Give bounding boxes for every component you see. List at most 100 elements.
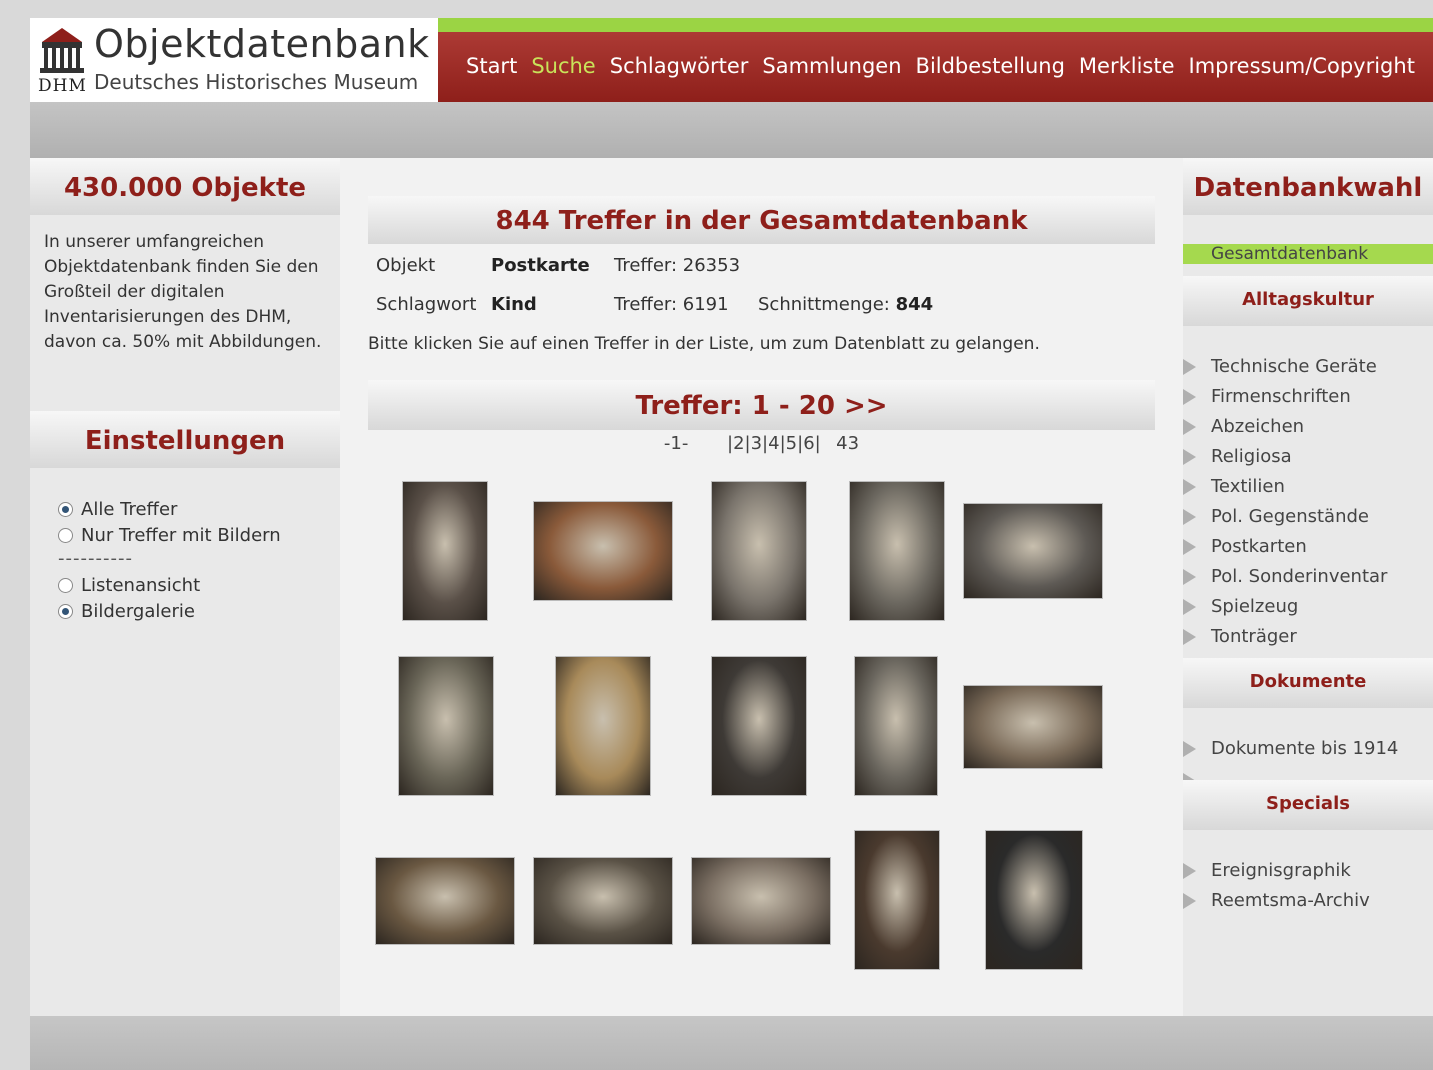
main-content: 844 Treffer in der Gesamtdatenbank Objek… xyxy=(340,158,1183,1016)
sidebar-item-label: Tonträger xyxy=(1211,626,1297,647)
objects-count-heading: 430.000 Objekte xyxy=(30,158,340,215)
nav-items: Start Suche Schlagwörter Sammlungen Bildbest… xyxy=(466,54,1415,78)
sidebar-item[interactable]: Religiosa xyxy=(1183,446,1292,467)
header-band xyxy=(30,102,1433,158)
page-link[interactable]: 4 xyxy=(768,433,779,454)
option-gallery-view[interactable]: Bildergalerie xyxy=(58,598,281,624)
thumb-children-ladder[interactable] xyxy=(854,656,938,796)
thumb-child-on-chair[interactable] xyxy=(402,481,488,621)
sidebar-item[interactable]: Reemtsma-Archiv xyxy=(1183,890,1370,911)
arrow-right-icon xyxy=(1183,418,1196,435)
arrow-right-icon xyxy=(1183,448,1196,465)
thumb-children-rocking-horse[interactable] xyxy=(963,503,1103,599)
thumb-baby-with-candle[interactable] xyxy=(711,656,807,796)
results-range-heading[interactable]: Treffer: 1 - 20 >> xyxy=(368,380,1155,430)
sidebar-item[interactable]: Postkarten xyxy=(1183,536,1307,557)
option-label: Alle Treffer xyxy=(81,498,178,520)
thumb-child-sitting[interactable] xyxy=(711,481,807,621)
sidebar-item[interactable]: Firmenschriften xyxy=(1183,386,1351,407)
thumb-christmas-tree[interactable] xyxy=(533,501,673,601)
section-heading[interactable]: Alltagskultur xyxy=(1183,276,1433,326)
nav-item-schlagwörter[interactable]: Schlagwörter xyxy=(610,54,749,78)
thumb-boys-walking[interactable] xyxy=(375,857,515,945)
sidebar-item-label: Pol. Sonderinventar xyxy=(1211,566,1388,587)
sidebar-item[interactable]: Technische Geräte xyxy=(1183,356,1377,377)
nav-item-bildbestellung[interactable]: Bildbestellung xyxy=(916,54,1065,78)
thumb-children-bed[interactable] xyxy=(849,481,945,621)
nav-item-merkliste[interactable]: Merkliste xyxy=(1079,54,1175,78)
settings-options: Alle Treffer Nur Treffer mit Bildern ---… xyxy=(58,496,281,624)
sidebar-item-label: Spielzeug xyxy=(1211,596,1299,617)
logo-subtitle: Deutsches Historisches Museum xyxy=(94,70,419,94)
nav-item-impressum-copyright[interactable]: Impressum/Copyright xyxy=(1189,54,1415,78)
logo-title: Objektdatenbank xyxy=(94,22,430,66)
sidebar-item-label: Technische Geräte xyxy=(1211,356,1377,377)
option-label: Listenansicht xyxy=(81,574,201,596)
arrow-right-icon xyxy=(1183,538,1196,555)
thumb-family-portrait[interactable] xyxy=(854,830,940,970)
sidebar-item[interactable]: Pol. Gegenstände xyxy=(1183,506,1369,527)
arrow-right-icon xyxy=(1183,568,1196,585)
sidebar-item[interactable]: Ereignisgraphik xyxy=(1183,860,1351,881)
active-database[interactable]: Gesamtdatenbank xyxy=(1183,244,1433,264)
arrow-right-icon xyxy=(1183,598,1196,615)
arrow-right-icon xyxy=(1183,478,1196,495)
option-hits-with-images[interactable]: Nur Treffer mit Bildern xyxy=(58,522,281,548)
criterion-hits: Treffer: 26353 xyxy=(614,255,741,276)
right-sidebar: Datenbankwahl Gesamtdatenbank Alltagskul… xyxy=(1183,158,1433,1016)
sidebar-item[interactable]: Textilien xyxy=(1183,476,1285,497)
arrow-right-icon xyxy=(1183,862,1196,879)
option-all-hits[interactable]: Alle Treffer xyxy=(58,496,281,522)
page-link[interactable]: 5 xyxy=(786,433,797,454)
thumb-child-with-dog[interactable] xyxy=(398,656,494,796)
thumb-newspaper-collage[interactable] xyxy=(985,830,1083,970)
thumb-hummel-wanderer[interactable] xyxy=(555,656,651,796)
radio-list-view[interactable] xyxy=(58,577,73,593)
settings-heading: Einstellungen xyxy=(30,411,340,468)
thumb-group-on-steps[interactable] xyxy=(533,857,673,945)
thumb-sailor-boys[interactable] xyxy=(963,685,1103,769)
sidebar-item[interactable]: Pol. Sonderinventar xyxy=(1183,566,1387,587)
sidebar-item-label: Pol. Gegenstände xyxy=(1211,506,1369,527)
page: DHM Objektdatenbank Deutsches Historisch… xyxy=(30,18,1433,1070)
section-heading[interactable]: Dokumente xyxy=(1183,658,1433,708)
arrow-right-icon xyxy=(1183,508,1196,525)
intersection: Schnittmenge: 844 xyxy=(758,294,934,315)
sidebar-item-label: Reemtsma-Archiv xyxy=(1211,890,1370,911)
option-separator: ---------- xyxy=(58,548,133,569)
sidebar-item[interactable]: Dokumente bis 1914 xyxy=(1183,738,1398,759)
option-label: Nur Treffer mit Bildern xyxy=(81,524,281,546)
page-link[interactable]: 2 xyxy=(733,433,744,454)
criterion-value: Postkarte xyxy=(491,255,590,276)
logo-initials: DHM xyxy=(38,76,87,96)
logo[interactable]: DHM Objektdatenbank Deutsches Historisch… xyxy=(30,18,438,102)
criterion-label: Schlagwort xyxy=(376,294,477,315)
option-list-view[interactable]: Listenansicht xyxy=(58,572,281,598)
left-sidebar: 430.000 Objekte In unserer umfangreichen… xyxy=(30,158,340,1016)
intro-text: In unserer umfangreichen Objektdatenbank… xyxy=(44,232,322,352)
option-label: Bildergalerie xyxy=(81,600,195,622)
sidebar-item[interactable]: Spielzeug xyxy=(1183,596,1298,617)
radio-hits-with-images[interactable] xyxy=(58,527,73,543)
main-nav: Start Suche Schlagwörter Sammlungen Bildbest… xyxy=(438,18,1433,102)
sidebar-item-label: Abzeichen xyxy=(1211,416,1305,437)
sidebar-item[interactable]: Abzeichen xyxy=(1183,416,1304,437)
nav-item-sammlungen[interactable]: Sammlungen xyxy=(762,54,901,78)
footer-band xyxy=(30,1016,1433,1070)
radio-all-hits[interactable] xyxy=(58,501,73,517)
page-current: -1- xyxy=(663,433,689,454)
sidebar-item[interactable]: Tonträger xyxy=(1183,626,1297,647)
page-last[interactable]: 43 xyxy=(836,433,859,454)
sidebar-item-label: Postkarten xyxy=(1211,536,1307,557)
nav-item-suche[interactable]: Suche xyxy=(531,54,595,78)
page-link[interactable]: 3 xyxy=(751,433,762,454)
thumb-children-garden[interactable] xyxy=(691,857,831,945)
arrow-right-icon xyxy=(1183,628,1196,645)
sidebar-item-label: Firmenschriften xyxy=(1211,386,1351,407)
page-link[interactable]: 6 xyxy=(803,433,814,454)
sidebar-item-label: Dokumente bis 1914 xyxy=(1211,738,1399,759)
nav-item-start[interactable]: Start xyxy=(466,54,517,78)
section-heading[interactable]: Specials xyxy=(1183,780,1433,830)
hint-text: Bitte klicken Sie auf einen Treffer in d… xyxy=(368,334,1040,354)
radio-gallery-view[interactable] xyxy=(58,603,73,619)
